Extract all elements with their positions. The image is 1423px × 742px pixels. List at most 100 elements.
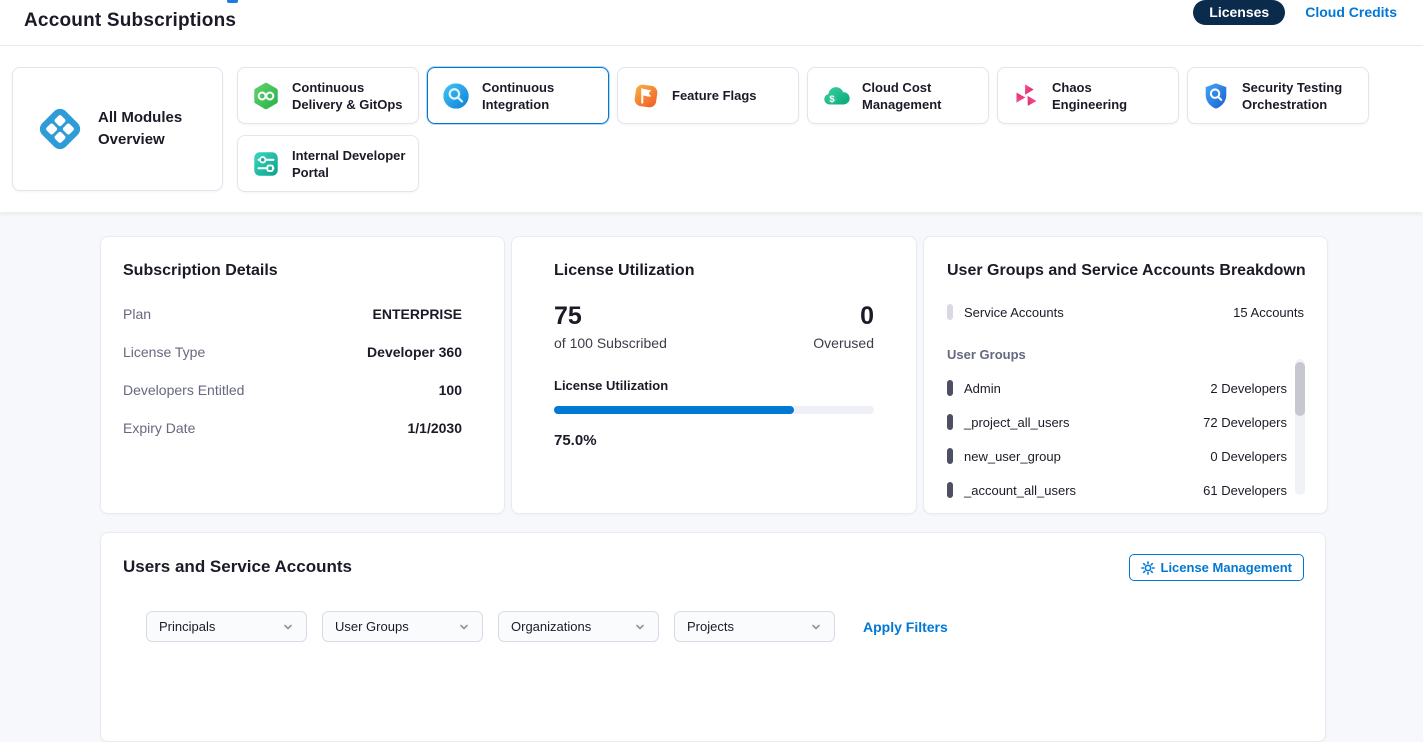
user-group-name: _account_all_users xyxy=(964,483,1203,498)
groups-scrollbar[interactable] xyxy=(1295,359,1305,495)
internal-developer-portal-icon xyxy=(251,149,281,179)
user-group-row: _project_all_users 72 Developers xyxy=(947,414,1307,430)
tile-cloud-cost-management[interactable]: $ Cloud Cost Management xyxy=(807,67,989,124)
filter-user-groups-select[interactable]: User Groups xyxy=(322,611,483,642)
overused-stat: 0 Overused xyxy=(813,303,874,351)
svg-text:$: $ xyxy=(829,93,835,103)
detail-label: Expiry Date xyxy=(123,420,195,436)
tile-label: Feature Flags xyxy=(672,87,757,104)
user-group-count: 61 Developers xyxy=(1203,483,1287,498)
detail-label: Plan xyxy=(123,306,151,322)
tile-label: Cloud Cost Management xyxy=(862,79,980,113)
service-accounts-row: Service Accounts 15 Accounts xyxy=(947,304,1307,320)
service-accounts-marker-icon xyxy=(947,304,953,320)
tile-internal-developer-portal[interactable]: Internal Developer Portal xyxy=(237,135,419,192)
detail-value: 100 xyxy=(439,382,462,398)
tile-chaos-engineering[interactable]: Chaos Engineering xyxy=(997,67,1179,124)
user-group-count: 72 Developers xyxy=(1203,415,1287,430)
filters-row: Principals User Groups Organizations Pro… xyxy=(146,611,1304,642)
user-group-row: Admin 2 Developers xyxy=(947,380,1307,396)
feature-flags-icon xyxy=(631,81,661,111)
user-group-marker-icon xyxy=(947,380,953,396)
all-modules-overview-label: All Modules Overview xyxy=(98,107,190,151)
detail-row-plan: Plan ENTERPRISE xyxy=(101,306,504,322)
detail-value: ENTERPRISE xyxy=(373,306,462,322)
user-group-name: _project_all_users xyxy=(964,415,1203,430)
groups-scrollbar-thumb[interactable] xyxy=(1295,362,1305,416)
summary-cards-row: Subscription Details Plan ENTERPRISE Lic… xyxy=(100,236,1328,514)
licenses-toggle-button[interactable]: Licenses xyxy=(1193,0,1285,25)
detail-label: License Type xyxy=(123,344,205,360)
breakdown-title: User Groups and Service Accounts Breakdo… xyxy=(947,262,1307,280)
detail-label: Developers Entitled xyxy=(123,382,244,398)
clipped-icon-fragment xyxy=(227,0,238,3)
filter-label: Projects xyxy=(687,619,734,634)
detail-value: 1/1/2030 xyxy=(408,420,463,436)
tile-label: Continuous Integration xyxy=(482,79,600,113)
tile-feature-flags[interactable]: Feature Flags xyxy=(617,67,799,124)
user-group-row: _account_all_users 61 Developers xyxy=(947,482,1307,498)
utilization-percent: 75.0% xyxy=(554,432,874,449)
tile-security-testing-orchestration[interactable]: Security Testing Orchestration xyxy=(1187,67,1369,124)
cloud-credits-link[interactable]: Cloud Credits xyxy=(1305,4,1397,20)
tile-label: Continuous Delivery & GitOps xyxy=(292,79,410,113)
tile-label: Security Testing Orchestration xyxy=(1242,79,1360,113)
detail-row-developers-entitled: Developers Entitled 100 xyxy=(101,382,504,398)
tile-label: Internal Developer Portal xyxy=(292,147,410,181)
license-management-label: License Management xyxy=(1161,560,1293,575)
license-utilization-title: License Utilization xyxy=(554,262,874,280)
progress-bar-label: License Utilization xyxy=(554,378,874,393)
used-count: 75 xyxy=(554,303,667,330)
filter-label: Organizations xyxy=(511,619,591,634)
filter-projects-select[interactable]: Projects xyxy=(674,611,835,642)
security-testing-icon xyxy=(1201,81,1231,111)
subscription-details-title: Subscription Details xyxy=(101,262,504,280)
user-group-marker-icon xyxy=(947,448,953,464)
users-and-service-accounts-card: Users and Service Accounts License Manag… xyxy=(100,532,1326,742)
page-title: Account Subscriptions xyxy=(24,10,236,32)
gear-icon xyxy=(1141,561,1155,575)
license-management-button[interactable]: License Management xyxy=(1129,554,1305,581)
chevron-down-icon xyxy=(634,621,646,633)
user-group-marker-icon xyxy=(947,414,953,430)
breakdown-card: User Groups and Service Accounts Breakdo… xyxy=(923,236,1328,514)
chaos-engineering-icon xyxy=(1011,81,1041,111)
user-group-marker-icon xyxy=(947,482,953,498)
subscription-details-card: Subscription Details Plan ENTERPRISE Lic… xyxy=(100,236,505,514)
used-stat: 75 of 100 Subscribed xyxy=(554,303,667,351)
continuous-integration-icon xyxy=(441,81,471,111)
filter-principals-select[interactable]: Principals xyxy=(146,611,307,642)
detail-value: Developer 360 xyxy=(367,344,462,360)
utilization-stats: 75 of 100 Subscribed 0 Overused xyxy=(554,303,874,351)
overused-count: 0 xyxy=(813,303,874,330)
chevron-down-icon xyxy=(810,621,822,633)
all-modules-overview-card[interactable]: All Modules Overview xyxy=(12,67,223,191)
cd-gitops-icon xyxy=(251,81,281,111)
license-progress-bar xyxy=(554,406,874,414)
license-utilization-card: License Utilization 75 of 100 Subscribed… xyxy=(511,236,917,514)
user-group-count: 2 Developers xyxy=(1210,381,1287,396)
tile-continuous-delivery-gitops[interactable]: Continuous Delivery & GitOps xyxy=(237,67,419,124)
filter-label: User Groups xyxy=(335,619,409,634)
overused-caption: Overused xyxy=(813,335,874,351)
tile-continuous-integration[interactable]: Continuous Integration xyxy=(427,67,609,124)
detail-row-license-type: License Type Developer 360 xyxy=(101,344,504,360)
chevron-down-icon xyxy=(458,621,470,633)
modules-band: All Modules Overview Continuous Delivery… xyxy=(0,46,1423,212)
user-group-name: new_user_group xyxy=(964,449,1210,464)
cloud-cost-icon: $ xyxy=(821,81,851,111)
all-modules-icon xyxy=(35,104,85,154)
user-group-row: new_user_group 0 Developers xyxy=(947,448,1307,464)
filter-label: Principals xyxy=(159,619,215,634)
user-groups-section-label: User Groups xyxy=(947,347,1307,362)
apply-filters-link[interactable]: Apply Filters xyxy=(863,619,948,635)
service-accounts-label: Service Accounts xyxy=(964,305,1233,320)
users-section-title: Users and Service Accounts xyxy=(123,557,1304,577)
service-accounts-count: 15 Accounts xyxy=(1233,305,1304,320)
module-tiles: Continuous Delivery & GitOps Continuous … xyxy=(237,67,1397,203)
user-group-name: Admin xyxy=(964,381,1210,396)
tile-label: Chaos Engineering xyxy=(1052,79,1170,113)
detail-row-expiry-date: Expiry Date 1/1/2030 xyxy=(101,420,504,436)
filter-organizations-select[interactable]: Organizations xyxy=(498,611,659,642)
page-header: Account Subscriptions Licenses Cloud Cre… xyxy=(0,0,1423,46)
